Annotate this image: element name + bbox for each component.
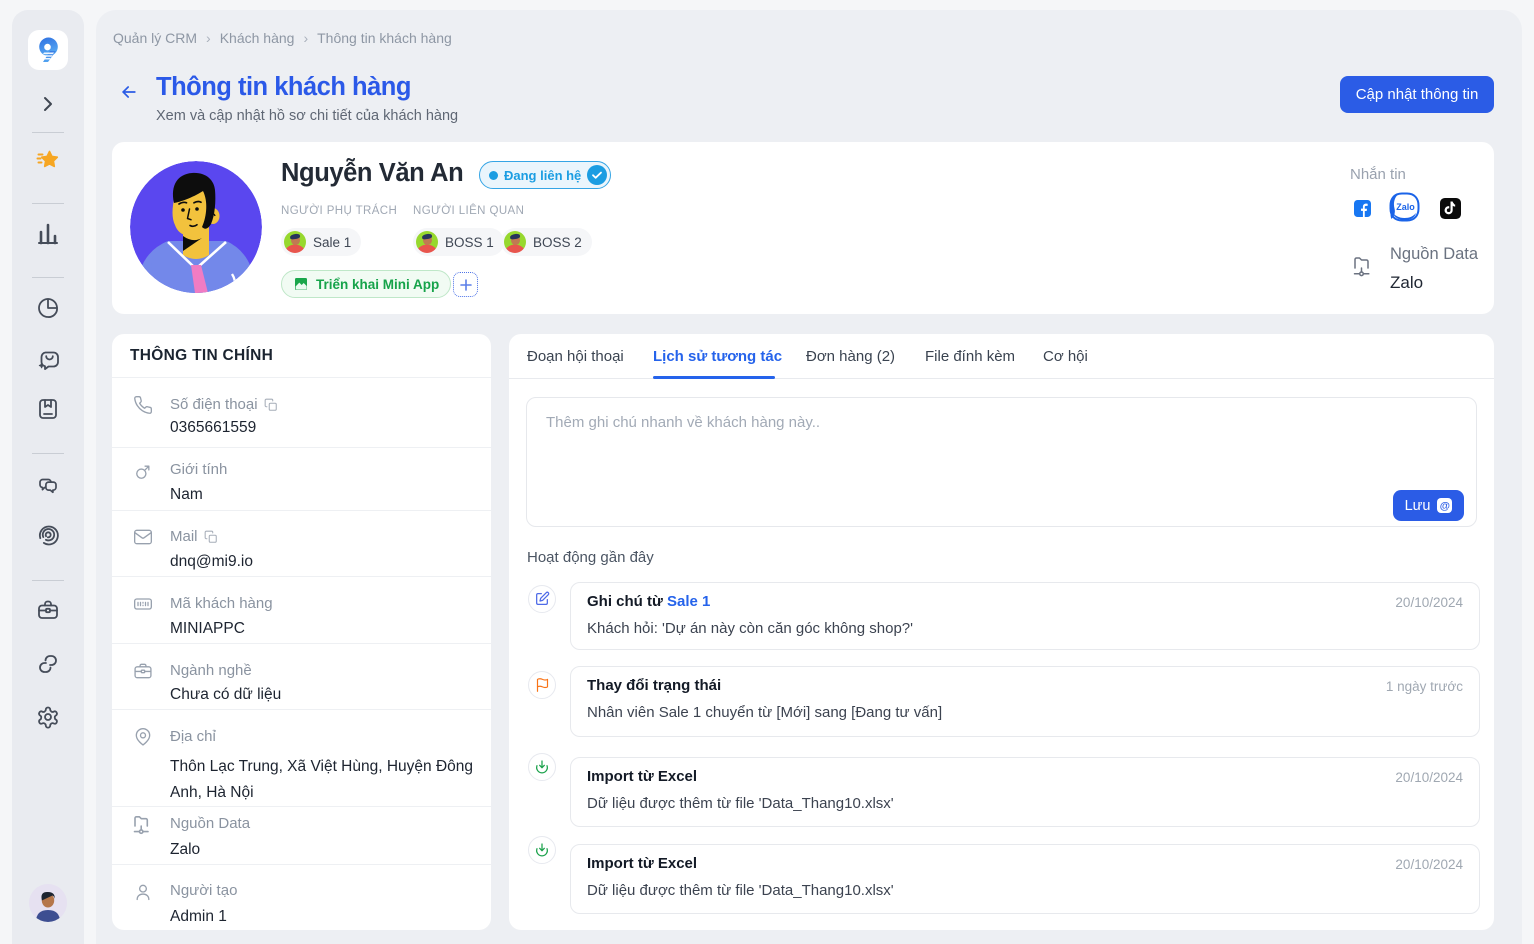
svg-text:Zalo: Zalo: [1396, 202, 1415, 212]
